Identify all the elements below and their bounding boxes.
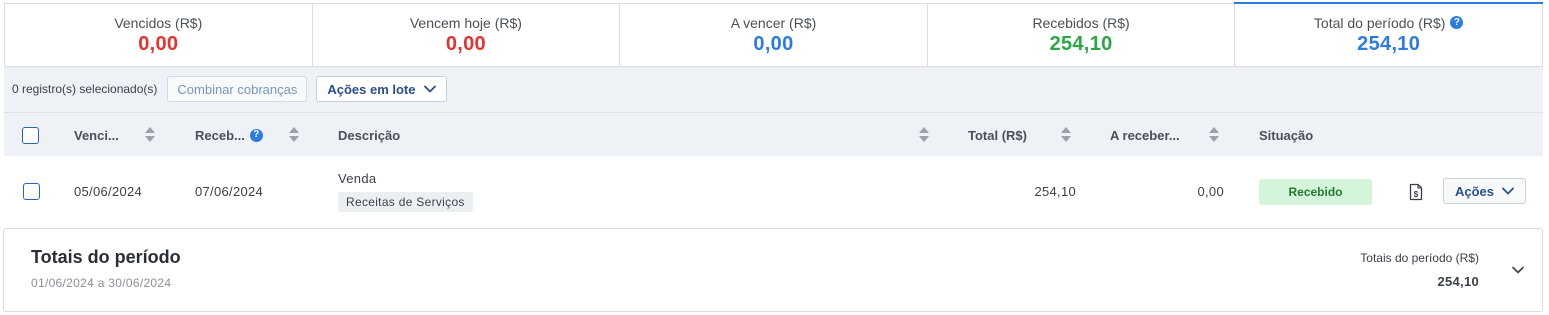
receipt-icon[interactable]: $	[1409, 183, 1423, 201]
column-header-label: Total (R$)	[968, 127, 1027, 143]
svg-text:$: $	[1414, 190, 1419, 199]
column-header-label: A receber...	[1110, 127, 1180, 143]
column-header-status: Situação	[1259, 113, 1313, 157]
totals-label: Totais do período (R$)	[1360, 251, 1479, 265]
row-checkbox[interactable]	[23, 183, 40, 200]
status-badge: Recebido	[1259, 179, 1372, 205]
combine-charges-button[interactable]: Combinar cobranças	[167, 76, 308, 102]
column-header-total[interactable]: Total (R$)	[968, 113, 1027, 157]
summary-value: 254,10	[1049, 32, 1113, 55]
column-header-label: Descrição	[338, 127, 401, 143]
summary-card-vencidos[interactable]: Vencidos (R$) 0,00	[5, 4, 313, 66]
chevron-down-icon	[423, 85, 436, 93]
select-all-checkbox[interactable]	[22, 126, 39, 144]
totals-value: 254,10	[1437, 274, 1479, 289]
receivables-table: 0 registro(s) selecionado(s) Combinar co…	[4, 67, 1543, 227]
table-header: Venci... Receb... ? Descrição Total (R$)…	[4, 112, 1543, 156]
column-header-to-receive[interactable]: A receber...	[1110, 113, 1180, 157]
summary-value: 0,00	[445, 32, 486, 55]
totals-title: Totais do período	[31, 247, 181, 267]
summary-card-a-vencer[interactable]: A vencer (R$) 0,00	[620, 4, 928, 66]
table-row[interactable]: 05/06/2024 07/06/2024 Venda Receitas de …	[4, 156, 1543, 227]
to-receive-value: 0,00	[1197, 184, 1224, 199]
description-cell: Venda Receitas de Serviços	[338, 171, 473, 212]
summary-label: Total do período (R$)	[1313, 14, 1446, 31]
column-header-due[interactable]: Venci...	[74, 113, 119, 157]
batch-actions-button[interactable]: Ações em lote	[316, 76, 447, 102]
column-header-label: Receb...	[195, 127, 245, 143]
summary-label: Vencem hoje (R$)	[409, 14, 522, 31]
table-toolbar: 0 registro(s) selecionado(s) Combinar co…	[4, 67, 1543, 111]
row-actions-label: Ações	[1454, 183, 1495, 199]
summary-value: 0,00	[138, 32, 179, 55]
received-date: 07/06/2024	[195, 184, 264, 199]
help-icon[interactable]: ?	[1450, 16, 1464, 29]
selected-count: 0 registro(s) selecionado(s)	[12, 82, 158, 96]
due-date: 05/06/2024	[74, 184, 143, 199]
sort-icon[interactable]	[145, 127, 155, 143]
summary-value: 254,10	[1357, 32, 1421, 55]
batch-actions-label: Ações em lote	[327, 81, 416, 97]
summary-cards: Vencidos (R$) 0,00 Vencem hoje (R$) 0,00…	[4, 2, 1543, 67]
column-header-label: Venci...	[74, 127, 119, 143]
help-icon[interactable]: ?	[249, 128, 263, 142]
summary-label: Vencidos (R$)	[114, 14, 203, 31]
column-header-description[interactable]: Descrição	[338, 113, 400, 157]
summary-label: Recebidos (R$)	[1032, 14, 1130, 31]
description-text: Venda	[338, 171, 377, 186]
summary-card-total-periodo[interactable]: Total do período (R$) ? 254,10	[1234, 2, 1543, 66]
chevron-down-icon[interactable]	[1511, 265, 1525, 275]
sort-icon[interactable]	[1061, 127, 1071, 143]
column-header-label: Situação	[1259, 127, 1314, 143]
total-value: 254,10	[1034, 184, 1076, 199]
sort-icon[interactable]	[289, 127, 299, 143]
totals-date-range: 01/06/2024 a 30/06/2024	[31, 276, 172, 290]
category-tag: Receitas de Serviços	[338, 192, 473, 212]
summary-label: A vencer (R$)	[730, 14, 817, 31]
column-header-received[interactable]: Receb... ?	[195, 113, 263, 157]
summary-card-recebidos[interactable]: Recebidos (R$) 254,10	[928, 4, 1236, 66]
summary-card-vencem-hoje[interactable]: Vencem hoje (R$) 0,00	[313, 4, 621, 66]
summary-label-wrapper: Total do período (R$) ?	[1314, 15, 1464, 31]
row-actions-button[interactable]: Ações	[1443, 178, 1526, 204]
chevron-down-icon	[1502, 187, 1514, 195]
period-totals-panel: Totais do período 01/06/2024 a 30/06/202…	[3, 228, 1543, 312]
summary-value: 0,00	[753, 32, 794, 55]
sort-icon[interactable]	[919, 127, 929, 143]
select-all-checkbox-cell	[22, 113, 39, 157]
sort-icon[interactable]	[1209, 127, 1219, 143]
